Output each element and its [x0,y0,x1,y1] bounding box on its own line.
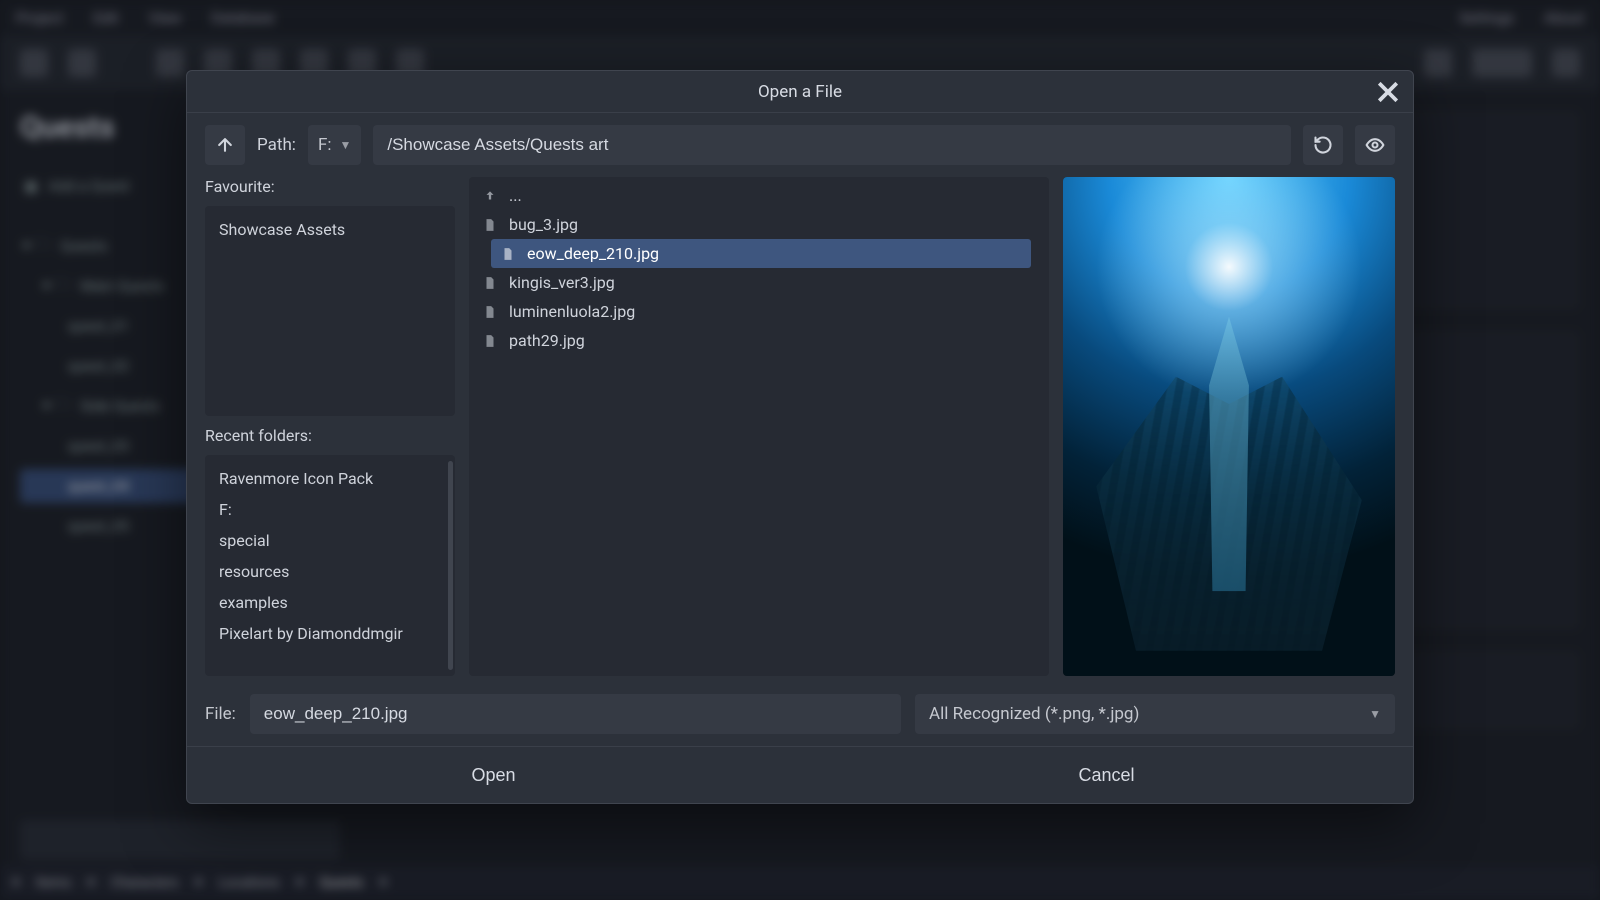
toggle-preview-button[interactable] [1355,125,1395,165]
file-row[interactable]: eow_deep_210.jpg [491,239,1031,268]
filter-value: All Recognized (*.png, *.jpg) [929,704,1139,724]
file-row[interactable]: bug_3.jpg [473,210,1045,239]
drive-value: F: [318,135,332,155]
filename-input[interactable] [250,694,901,734]
file-name: eow_deep_210.jpg [527,244,659,263]
recent-label: Recent folders: [205,426,455,445]
file-name: path29.jpg [509,331,585,350]
recent-item[interactable]: Ravenmore Icon Pack [205,463,455,494]
close-button[interactable] [1373,77,1403,107]
file-name: kingis_ver3.jpg [509,273,615,292]
go-up-button[interactable] [205,125,245,165]
cancel-button[interactable]: Cancel [800,747,1413,803]
path-input[interactable] [373,125,1291,165]
parent-dir-row[interactable]: ... [473,181,1045,210]
file-icon [501,247,517,261]
file-icon [483,334,499,348]
favourites-panel: Showcase Assets [205,206,455,416]
file-icon [483,276,499,290]
file-icon [483,305,499,319]
recent-item[interactable]: F: [205,494,455,525]
file-filter-select[interactable]: All Recognized (*.png, *.jpg) ▼ [915,694,1395,734]
path-label: Path: [257,135,296,155]
dialog-buttons: Open Cancel [187,746,1413,803]
path-row: Path: F: ▼ [187,113,1413,171]
chevron-down-icon: ▼ [339,138,351,152]
file-row[interactable]: kingis_ver3.jpg [473,268,1045,297]
file-label: File: [205,704,236,724]
open-button[interactable]: Open [187,747,800,803]
favourites-label: Favourite: [205,177,455,196]
parent-dir-label: ... [509,186,522,205]
recent-item[interactable]: examples [205,587,455,618]
preview-image [1063,177,1395,676]
file-input-row: File: All Recognized (*.png, *.jpg) ▼ [187,686,1413,746]
file-name: luminenluola2.jpg [509,302,635,321]
preview-panel [1063,177,1395,676]
recent-panel: Ravenmore Icon Pack F: special resources… [205,455,455,676]
dialog-title: Open a File [758,82,842,102]
recent-scrollbar[interactable] [448,461,453,670]
up-arrow-icon [483,189,499,203]
drive-select[interactable]: F: ▼ [308,125,361,165]
chevron-down-icon: ▼ [1369,707,1381,721]
recent-item[interactable]: Pixelart by Diamonddmgir [205,618,455,649]
dialog-titlebar: Open a File [187,71,1413,113]
file-icon [483,218,499,232]
recent-item[interactable]: resources [205,556,455,587]
file-row[interactable]: luminenluola2.jpg [473,297,1045,326]
file-name: bug_3.jpg [509,215,578,234]
file-list: ... bug_3.jpg eow_deep_210.jpg kingis_ve… [469,177,1049,676]
recent-item[interactable]: special [205,525,455,556]
refresh-button[interactable] [1303,125,1343,165]
favourite-item[interactable]: Showcase Assets [205,214,455,245]
open-file-dialog: Open a File Path: F: ▼ Favourite: Showca… [186,70,1414,804]
file-row[interactable]: path29.jpg [473,326,1045,355]
